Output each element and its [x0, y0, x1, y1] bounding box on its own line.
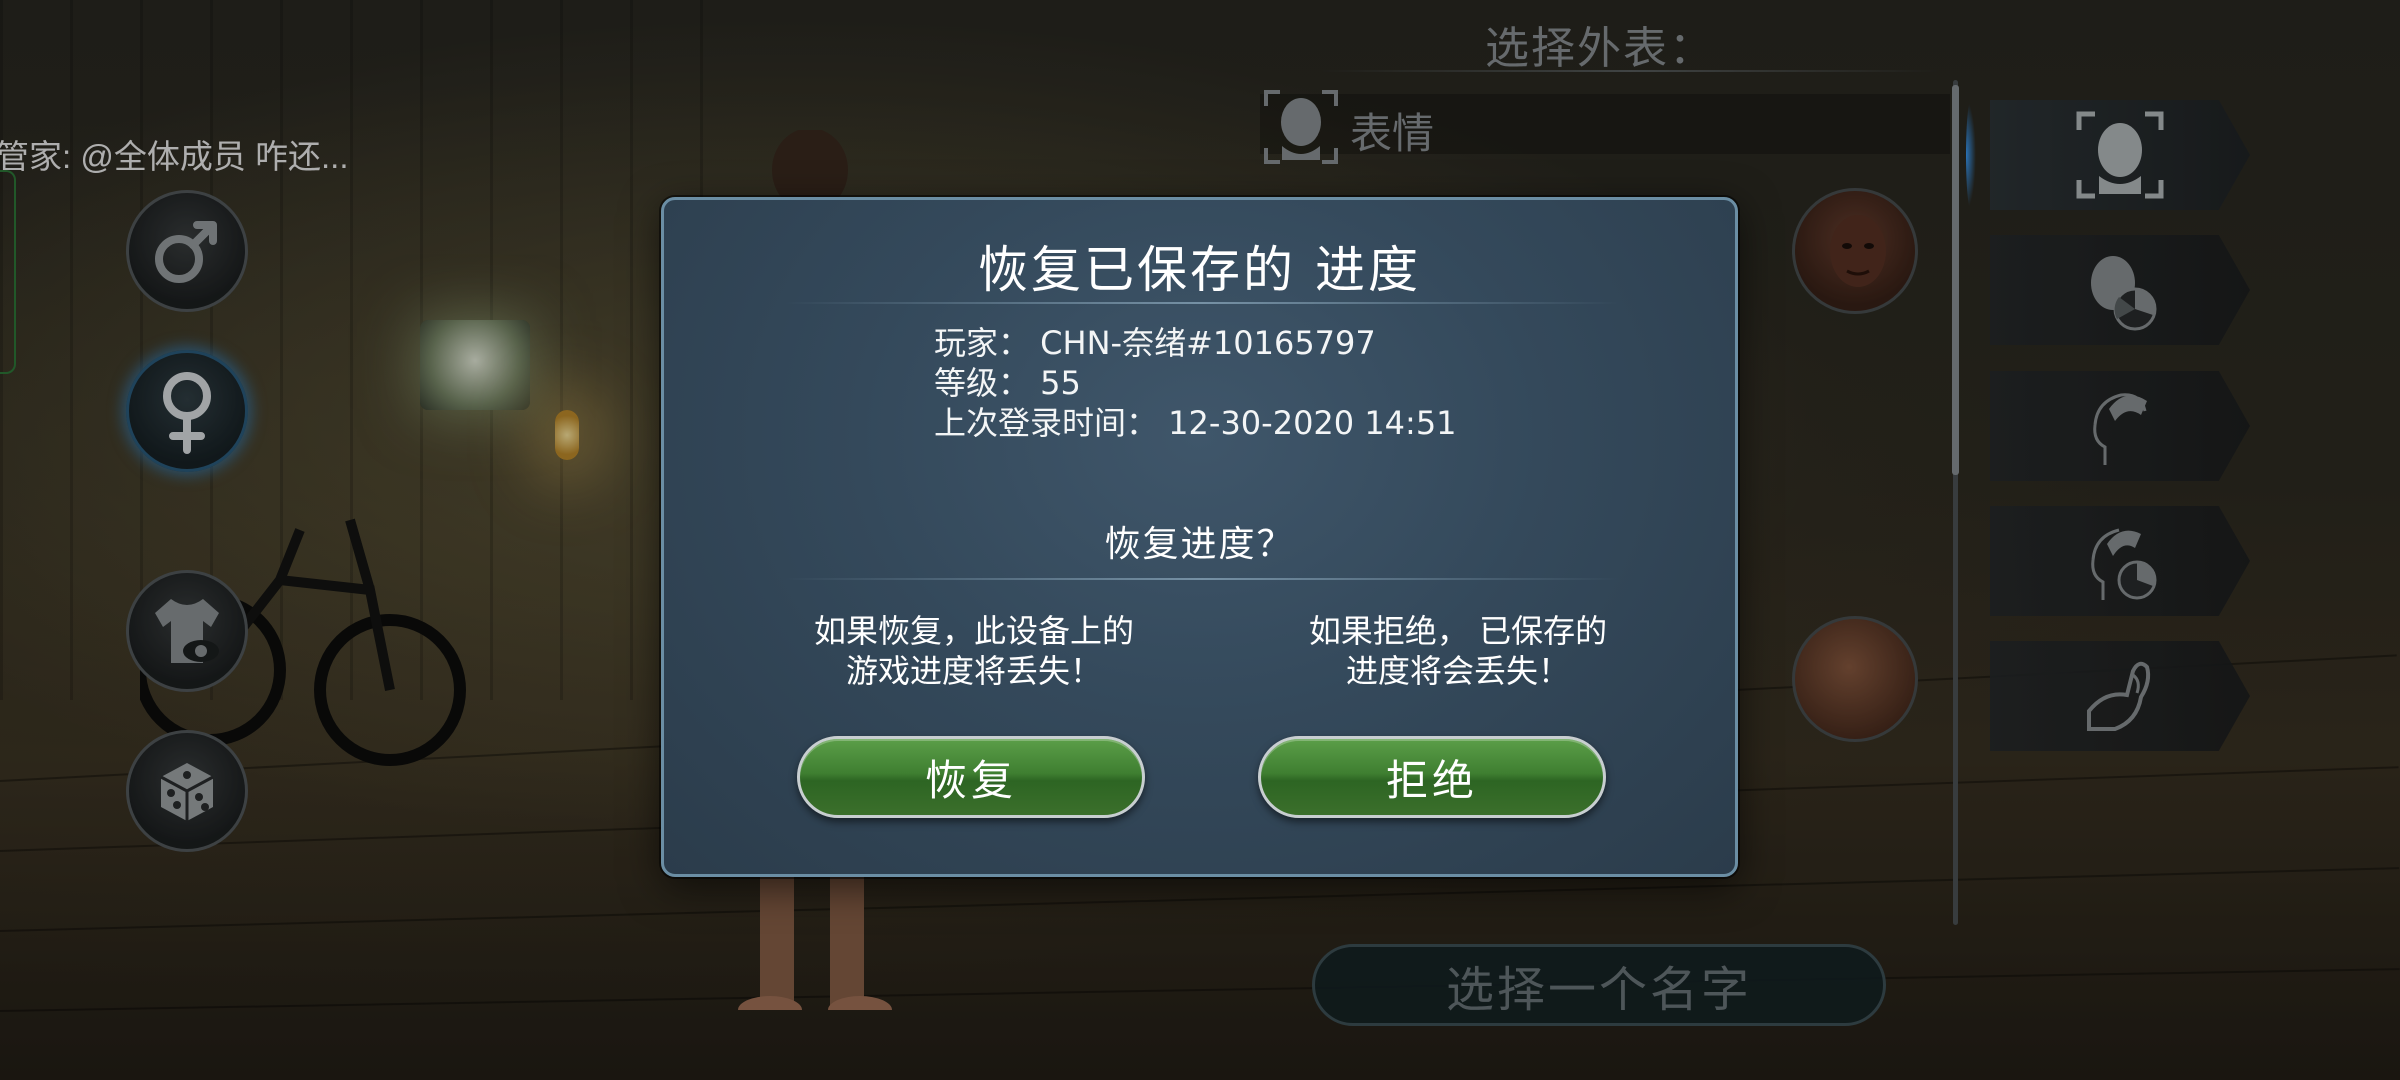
reject-warning: 如果拒绝， 已保存的 进度将会丢失！ [1248, 611, 1668, 691]
last-login-info: 上次登录时间： 12-30-2020 14:51 [934, 404, 1457, 442]
reject-warning-line: 进度将会丢失！ [1345, 652, 1570, 690]
title-divider [784, 302, 1621, 304]
restore-button[interactable]: 恢复 [797, 736, 1145, 818]
reject-button[interactable]: 拒绝 [1258, 736, 1606, 818]
restore-progress-dialog: 恢复已保存的 进度 玩家： CHN-奈绪#10165797 等级： 55 上次登… [661, 197, 1738, 877]
question-divider [784, 578, 1621, 580]
reject-warning-line: 如果拒绝， 已保存的 [1308, 612, 1608, 650]
restore-warning: 如果恢复，此设备上的 游戏进度将丢失！ [764, 611, 1184, 691]
restore-question: 恢复进度？ [1104, 524, 1295, 565]
dialog-title: 恢复已保存的 进度 [978, 241, 1421, 299]
restore-warning-line: 如果恢复，此设备上的 [813, 612, 1134, 650]
restore-warning-line: 游戏进度将丢失！ [845, 652, 1102, 690]
